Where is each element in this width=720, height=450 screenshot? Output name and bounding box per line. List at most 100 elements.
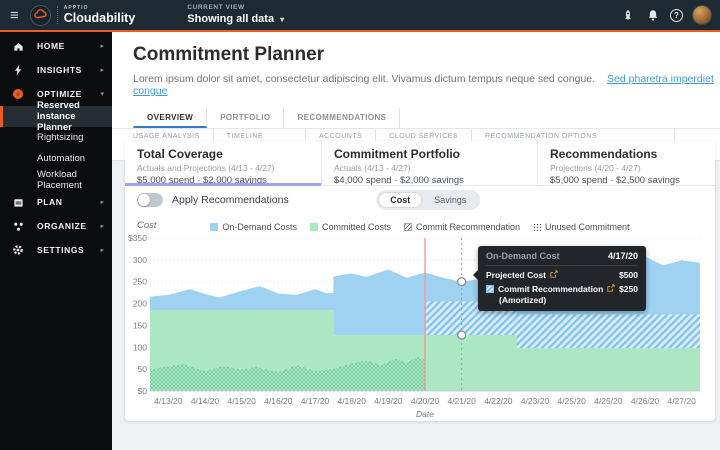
solid-blue-swatch-icon [210,223,218,231]
sidebar-item-home[interactable]: HOME ▸ [0,34,112,58]
card-commitment-portfolio[interactable]: Commitment Portfolio Actuals (4/13 - 4/2… [322,141,538,185]
home-icon [12,40,24,52]
legend-item[interactable]: On-Demand Costs [210,222,297,232]
chart-controls: Apply Recommendations Cost Savings [125,186,715,214]
gear-icon [12,244,24,256]
svg-text:4/27/20: 4/27/20 [667,396,696,406]
svg-text:4/21/20: 4/21/20 [447,396,476,406]
svg-text:200: 200 [133,299,147,309]
tooltip-row-value: $500 [619,270,638,280]
tooltip-row-value: $250 [619,284,638,294]
summary-cards: Total Coverage Actuals and Projections (… [125,141,715,186]
chart-tooltip: On-Demand Cost 4/17/20 Projected Cost $5… [478,246,646,311]
current-view-label: CURRENT VIEW [187,5,284,12]
dots-swatch-icon [533,223,541,231]
tab-recommendations[interactable]: RECOMMENDATIONS [284,107,400,128]
legend-item[interactable]: Unused Commitment [533,222,630,232]
svg-text:250: 250 [133,277,147,287]
cloud-icon [34,6,47,24]
sidebar-item-plan[interactable]: PLAN ▸ [0,190,112,214]
hatch-swatch-icon [486,285,494,293]
chevron-right-icon: ▸ [100,198,104,206]
cost-savings-segmented-control: Cost Savings [376,190,480,210]
sidebar-item-optimize[interactable]: OPTIMIZE ▾ [0,82,112,106]
tooltip-arrow [473,270,478,280]
y-axis-title: Cost [137,220,157,231]
svg-text:4/23/20: 4/23/20 [521,396,550,406]
tabs: OVERVIEW PORTFOLIO RECOMMENDATIONS [133,107,720,128]
svg-text:100: 100 [133,342,147,352]
overview-panel: Total Coverage Actuals and Projections (… [125,141,715,421]
sidebar-item-organize[interactable]: ORGANIZE ▸ [0,214,112,238]
tab-overview[interactable]: OVERVIEW [133,107,207,128]
tooltip-date: 4/17/20 [608,251,638,261]
external-link-icon[interactable] [550,270,558,280]
main-content: Commitment Planner Lorem ipsum dolor sit… [112,32,720,450]
avatar[interactable] [692,5,712,25]
svg-text:50: 50 [138,364,148,374]
page-title: Commitment Planner [133,44,720,66]
hover-handle [458,331,466,339]
svg-text:4/17/20: 4/17/20 [301,396,330,406]
apply-recommendations-label: Apply Recommendations [172,194,289,206]
sidebar-item-automation[interactable]: Automation [0,148,112,169]
chevron-right-icon: ▸ [100,246,104,254]
sidebar: HOME ▸ INSIGHTS ▸ OPTIMIZE ▾ Reserved In… [0,32,112,450]
calendar-icon [12,196,24,208]
card-total-coverage[interactable]: Total Coverage Actuals and Projections (… [125,141,322,185]
page-subtitle: Lorem ipsum dolor sit amet, consectetur … [133,73,595,85]
svg-text:4/25/20: 4/25/20 [594,396,623,406]
tooltip-row-label: Projected Cost [486,270,546,280]
page-header: Commitment Planner Lorem ipsum dolor sit… [112,32,720,128]
svg-text:4/16/20: 4/16/20 [264,396,293,406]
savings-view-button[interactable]: Savings [422,192,478,208]
chart-legend: On-Demand Costs Committed Costs Commit Rec… [210,222,629,232]
tooltip-row-sublabel: (Amortized) [486,295,638,305]
current-view-value: Showing all data▾ [187,14,284,25]
sidebar-item-workload-placement[interactable]: Workload Placement [0,169,112,190]
svg-text:4/15/20: 4/15/20 [227,396,256,406]
svg-text:Date: Date [416,409,434,419]
optimize-icon [12,88,24,100]
current-view-dropdown[interactable]: CURRENT VIEW Showing all data▾ [187,5,284,25]
svg-text:4/14/20: 4/14/20 [191,396,220,406]
brand-apptio: APPTIO [64,6,136,11]
svg-text:$350: $350 [128,233,147,243]
svg-text:$0: $0 [138,386,148,396]
sidebar-item-reserved-instance-planner[interactable]: Reserved Instance Planner [0,106,112,127]
tab-portfolio[interactable]: PORTFOLIO [207,107,284,128]
tooltip-title: On-Demand Cost [486,251,560,261]
legend-row: Cost On-Demand Costs Committed Costs Commi… [125,214,715,233]
chevron-right-icon: ▸ [100,66,104,74]
svg-text:300: 300 [133,255,147,265]
sidebar-item-insights[interactable]: INSIGHTS ▸ [0,58,112,82]
apply-recommendations-toggle[interactable] [137,193,163,207]
cost-view-button[interactable]: Cost [378,192,422,208]
bell-icon[interactable] [645,7,661,23]
brand: APPTIO Cloudability [64,6,136,25]
card-recommendations[interactable]: Recommendations Projections (4/20 - 4/27… [538,141,715,185]
svg-text:4/20/20: 4/20/20 [411,396,440,406]
svg-text:4/18/20: 4/18/20 [337,396,366,406]
rocket-icon[interactable] [620,7,636,23]
hamburger-icon[interactable]: ≡ [10,8,19,23]
hatch-swatch-icon [404,223,412,231]
external-link-icon[interactable] [607,284,615,294]
chart-area: $350 300 250 200 150 100 50 $0 4/13/20 4/14/20 4/1… [125,233,715,421]
help-icon[interactable]: ? [670,9,683,22]
svg-text:4/19/20: 4/19/20 [374,396,403,406]
svg-text:150: 150 [133,320,147,330]
top-bar: ≡ APPTIO Cloudability CURRENT VIEW Showi… [0,0,720,30]
svg-text:4/26/20: 4/26/20 [631,396,660,406]
legend-item[interactable]: Commit Recommendation [404,222,520,232]
logo-divider [57,6,58,24]
cluster-icon [12,220,24,232]
chevron-right-icon: ▸ [100,222,104,230]
chevron-right-icon: ▸ [100,42,104,50]
svg-text:4/22/20: 4/22/20 [484,396,513,406]
tooltip-row-label: Commit Recommendation [498,284,603,294]
legend-item[interactable]: Committed Costs [310,222,391,232]
sidebar-item-settings[interactable]: SETTINGS ▸ [0,238,112,262]
svg-text:4/13/20: 4/13/20 [154,396,183,406]
svg-text:4/25/20: 4/25/20 [557,396,586,406]
